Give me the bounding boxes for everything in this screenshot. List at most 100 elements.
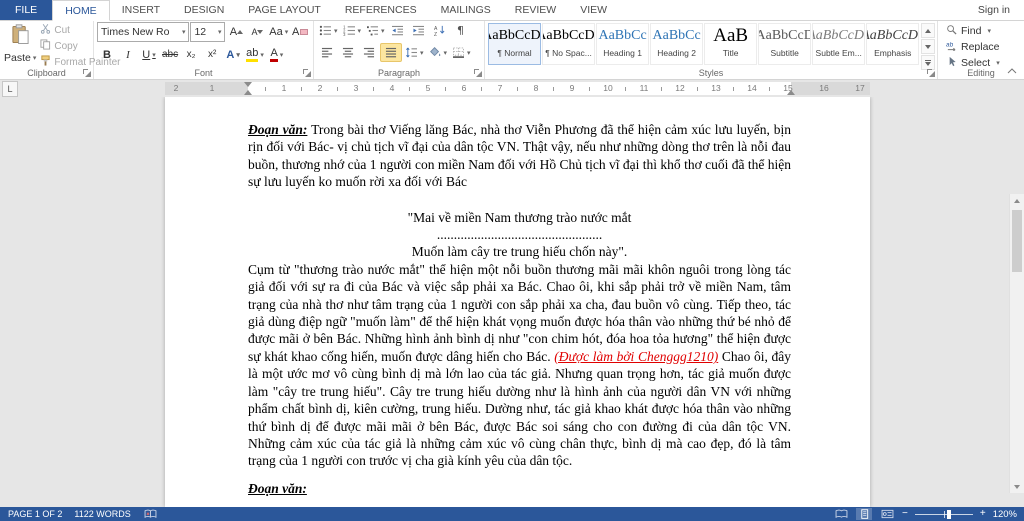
grow-font-button[interactable]: A: [226, 24, 246, 41]
zoom-out-button[interactable]: −: [902, 509, 908, 519]
tab-design[interactable]: DESIGN: [172, 0, 236, 20]
style-no-spacing[interactable]: AaBbCcDc ¶ No Spac...: [542, 23, 596, 65]
ruler-number: 6: [461, 83, 467, 93]
style-subtle-emphasis[interactable]: AaBbCcDc Subtle Em...: [812, 23, 866, 65]
quote-line-2: Muốn làm cây tre trung hiếu chốn này".: [411, 244, 628, 260]
styles-dialog-launcher[interactable]: [926, 68, 935, 77]
tab-view[interactable]: VIEW: [568, 0, 619, 20]
superscript-button[interactable]: x²: [202, 46, 222, 63]
tab-page-layout[interactable]: PAGE LAYOUT: [236, 0, 333, 20]
clear-formatting-button[interactable]: A: [290, 24, 310, 41]
zoom-in-button[interactable]: +: [980, 509, 986, 519]
styles-scroll-down-button[interactable]: [921, 39, 935, 54]
find-button[interactable]: Find: [946, 24, 1020, 38]
paragraph-group: 123 AZ ¶: [314, 20, 485, 79]
justify-button[interactable]: [380, 43, 402, 62]
borders-button[interactable]: [450, 44, 473, 61]
shrink-font-button[interactable]: A: [247, 24, 267, 41]
style-normal[interactable]: AaBbCcDc ¶ Normal: [488, 23, 542, 65]
align-left-button[interactable]: [317, 44, 337, 61]
sign-in-link[interactable]: Sign in: [964, 0, 1024, 20]
show-paragraph-marks-button[interactable]: ¶: [451, 22, 471, 39]
shading-button[interactable]: [427, 44, 450, 61]
font-group-label: Font: [194, 68, 213, 78]
ruler-number: 4: [389, 83, 395, 93]
scrollbar-thumb[interactable]: [1012, 210, 1022, 272]
multilevel-list-icon: [366, 25, 379, 36]
font-color-button[interactable]: A: [267, 46, 287, 63]
align-right-button[interactable]: [359, 44, 379, 61]
zoom-slider[interactable]: [914, 509, 973, 519]
format-painter-icon: [40, 55, 51, 69]
style-title[interactable]: AaB Title: [704, 23, 758, 65]
tab-insert[interactable]: INSERT: [110, 0, 172, 20]
italic-button[interactable]: I: [118, 46, 138, 63]
scissors-icon: [40, 23, 51, 37]
proofing-errors-icon[interactable]: [143, 508, 159, 520]
text-effects-button[interactable]: A: [223, 46, 243, 63]
print-layout-button[interactable]: [856, 508, 872, 520]
vertical-scrollbar[interactable]: [1009, 194, 1024, 493]
paragraph-dialog-launcher[interactable]: [473, 68, 482, 77]
copy-icon: [40, 39, 51, 53]
paste-button[interactable]: Paste: [4, 22, 36, 72]
align-center-button[interactable]: [338, 44, 358, 61]
style-name: Title: [722, 48, 739, 58]
highlight-color-button[interactable]: ab: [244, 46, 266, 63]
numbering-button[interactable]: 123: [341, 22, 364, 39]
zoom-percentage[interactable]: 120%: [993, 509, 1017, 520]
clipboard-dialog-launcher[interactable]: [82, 68, 91, 77]
word-count[interactable]: 1122 WORDS: [74, 509, 130, 519]
style-emphasis[interactable]: AaBbCcDc Emphasis: [866, 23, 920, 65]
left-indent-marker[interactable]: [244, 90, 252, 95]
line-spacing-button[interactable]: [403, 44, 426, 61]
font-family-combo[interactable]: Times New Ro: [97, 22, 190, 42]
collapse-ribbon-button[interactable]: [1005, 64, 1019, 76]
read-mode-button[interactable]: [833, 508, 849, 520]
tab-references[interactable]: REFERENCES: [333, 0, 429, 20]
zoom-slider-thumb[interactable]: [946, 509, 951, 519]
font-dialog-launcher[interactable]: [302, 68, 311, 77]
sort-button[interactable]: AZ: [430, 22, 450, 39]
decrease-indent-button[interactable]: [388, 22, 408, 39]
tab-home[interactable]: HOME: [52, 0, 110, 21]
intro-paragraph: Đoạn văn: Trong bài thơ Viếng lăng Bác, …: [248, 121, 791, 191]
style-sample: AaBbCcDc: [543, 28, 595, 43]
underline-button[interactable]: U: [139, 46, 159, 63]
increase-indent-button[interactable]: [409, 22, 429, 39]
styles-scroll-up-button[interactable]: [921, 23, 935, 38]
zoom-slider-midpoint: [943, 510, 945, 518]
font-family-value: Times New Ro: [101, 26, 170, 38]
scroll-up-button[interactable]: [1010, 194, 1024, 207]
font-size-combo[interactable]: 12: [190, 22, 226, 42]
ruler-number: 11: [639, 83, 649, 93]
style-heading-1[interactable]: AaBbCc Heading 1: [596, 23, 650, 65]
document-page[interactable]: Đoạn văn: Trong bài thơ Viếng lăng Bác, …: [165, 97, 870, 507]
subscript-button[interactable]: x₂: [181, 46, 201, 63]
web-layout-button[interactable]: [879, 508, 895, 520]
tab-stop-selector[interactable]: L: [2, 81, 18, 97]
style-heading-2[interactable]: AaBbCc Heading 2: [650, 23, 704, 65]
first-line-indent-marker[interactable]: [244, 82, 252, 87]
bold-button[interactable]: B: [97, 46, 117, 63]
document-area: Đoạn văn: Trong bài thơ Viếng lăng Bác, …: [0, 97, 1024, 507]
multilevel-list-button[interactable]: [364, 22, 387, 39]
tab-file[interactable]: FILE: [0, 0, 53, 20]
style-subtitle[interactable]: AaBbCcD Subtitle: [758, 23, 812, 65]
styles-group: AaBbCcDc ¶ Normal AaBbCcDc ¶ No Spac... …: [485, 20, 938, 79]
right-indent-marker[interactable]: [787, 90, 795, 95]
ruler-number: 14: [747, 83, 757, 93]
strikethrough-button[interactable]: abc: [160, 46, 180, 63]
body-text-after: Chao ôi, đây là một ước mơ vô cùng bình …: [248, 348, 791, 469]
document-content[interactable]: Đoạn văn: Trong bài thơ Viếng lăng Bác, …: [248, 121, 791, 497]
replace-button[interactable]: ab Replace: [946, 40, 1020, 54]
body-paragraph: Cụm từ "thương trào nước mắt" thể hiện m…: [248, 261, 791, 470]
bullets-button[interactable]: [317, 22, 340, 39]
editing-group: Find ab Replace Select Editing: [938, 20, 1024, 79]
tab-review[interactable]: REVIEW: [503, 0, 568, 20]
page-indicator[interactable]: PAGE 1 OF 2: [8, 509, 62, 519]
svg-text:3: 3: [343, 32, 346, 36]
tab-mailings[interactable]: MAILINGS: [429, 0, 503, 20]
scroll-down-button[interactable]: [1010, 480, 1024, 493]
change-case-button[interactable]: Aa: [268, 24, 289, 41]
